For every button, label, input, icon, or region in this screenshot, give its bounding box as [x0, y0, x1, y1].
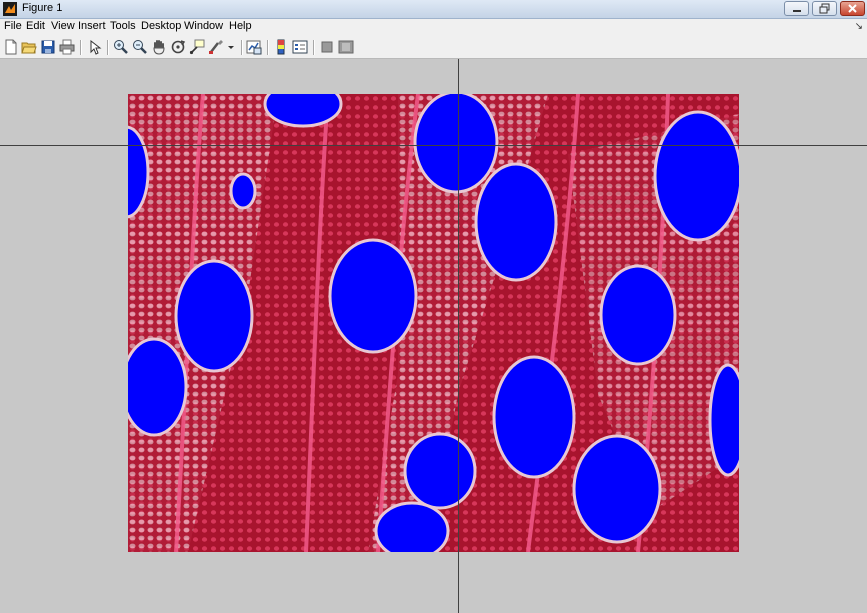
figure-canvas[interactable]	[0, 59, 867, 613]
menu-tools[interactable]: Tools	[110, 20, 136, 32]
menu-view[interactable]: View	[51, 20, 75, 32]
edit-plot-arrow-icon[interactable]	[87, 39, 103, 55]
zoom-out-icon[interactable]	[132, 39, 148, 55]
wood-section-image	[128, 94, 739, 552]
menu-file[interactable]: File	[4, 20, 22, 32]
insert-legend-icon[interactable]	[292, 39, 308, 55]
dock-arrow-icon[interactable]: ↘	[855, 21, 863, 32]
open-file-icon[interactable]	[21, 39, 37, 55]
zoom-in-icon[interactable]	[113, 39, 129, 55]
toolbar-separator	[313, 40, 315, 55]
image-axes[interactable]	[128, 94, 739, 552]
save-icon[interactable]	[40, 39, 56, 55]
restore-icon	[819, 3, 830, 14]
close-icon	[848, 4, 857, 13]
link-plot-icon[interactable]	[246, 39, 262, 55]
figure-toolbar	[0, 36, 867, 59]
title-bar: Figure 1	[0, 0, 867, 19]
restore-button[interactable]	[812, 1, 837, 16]
data-cursor-icon[interactable]	[189, 39, 205, 55]
show-plot-tools-icon[interactable]	[338, 39, 354, 55]
matlab-figure-icon	[3, 2, 17, 16]
toolbar-separator	[80, 40, 82, 55]
hide-plot-tools-icon[interactable]	[319, 39, 335, 55]
print-icon[interactable]	[59, 39, 75, 55]
minimize-icon	[793, 10, 801, 12]
rotate-3d-icon[interactable]	[170, 39, 186, 55]
insert-colorbar-icon[interactable]	[273, 39, 289, 55]
menu-edit[interactable]: Edit	[26, 20, 45, 32]
menu-bar: File Edit View Insert Tools Desktop Wind…	[0, 19, 867, 36]
pan-hand-icon[interactable]	[151, 39, 167, 55]
menu-window[interactable]: Window	[184, 20, 223, 32]
menu-desktop[interactable]: Desktop	[141, 20, 181, 32]
toolbar-separator	[267, 40, 269, 55]
toolbar-separator	[241, 40, 243, 55]
window-title: Figure 1	[22, 2, 63, 14]
toolbar-separator	[107, 40, 109, 55]
crosshair-vertical	[458, 59, 459, 613]
crosshair-horizontal	[0, 145, 867, 146]
brush-icon[interactable]	[208, 39, 224, 55]
close-button[interactable]	[840, 1, 865, 16]
menu-help[interactable]: Help	[229, 20, 252, 32]
minimize-button[interactable]	[784, 1, 809, 16]
menu-insert[interactable]: Insert	[78, 20, 106, 32]
new-figure-icon[interactable]	[3, 39, 19, 55]
brush-dropdown-icon[interactable]	[226, 39, 236, 55]
